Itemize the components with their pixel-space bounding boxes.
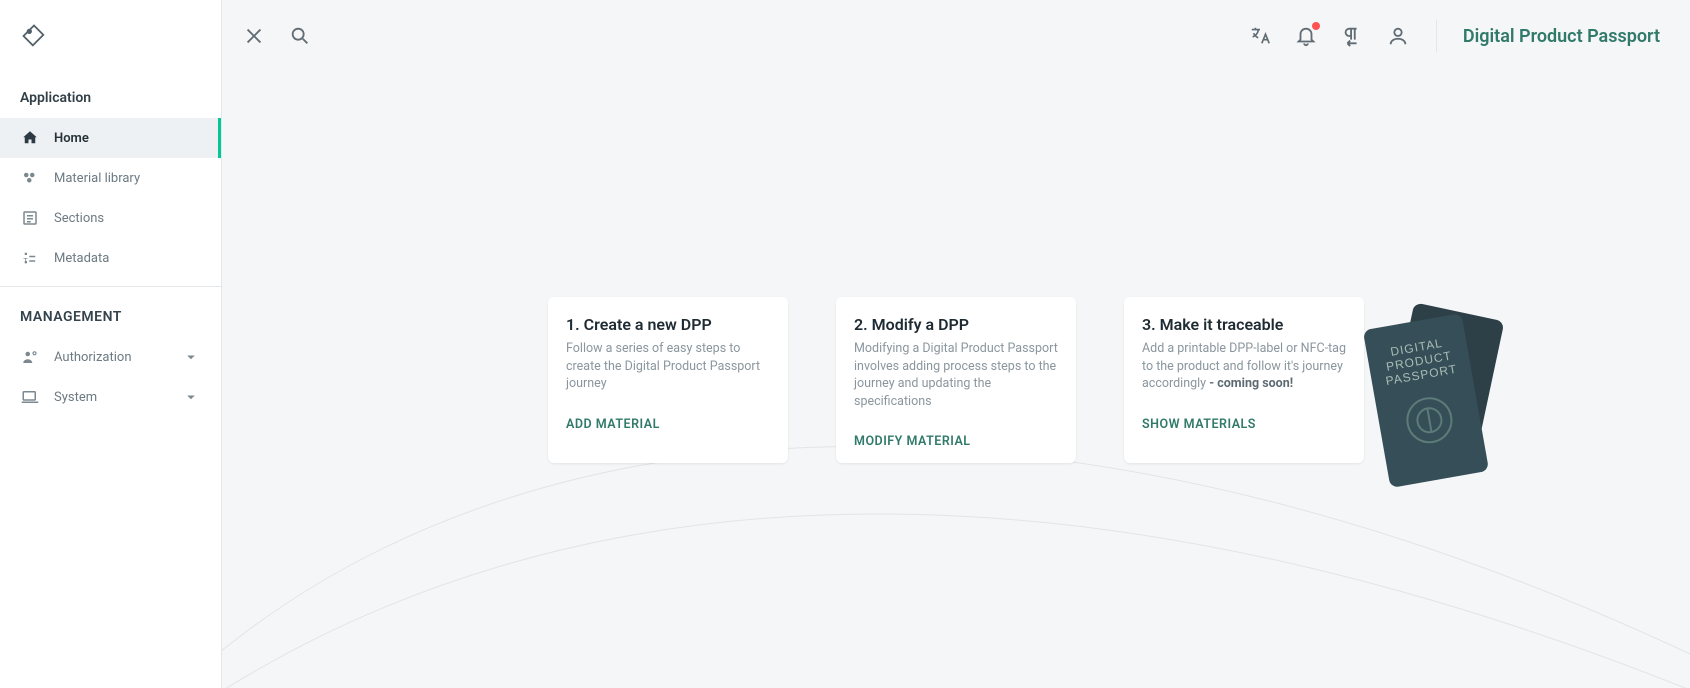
card-title: 2. Modify a DPP [854,315,1058,334]
notifications-button[interactable] [1294,24,1318,48]
text-direction-button[interactable] [1340,24,1364,48]
notification-dot [1312,22,1320,30]
close-button[interactable] [242,24,266,48]
svg-text:T: T [23,256,28,265]
card-create: 1. Create a new DPP Follow a series of e… [548,297,788,463]
card-title: 3. Make it traceable [1142,315,1346,334]
chevron-down-icon [181,387,201,407]
home-icon [20,128,40,148]
content: 1. Create a new DPP Follow a series of e… [222,72,1690,688]
cards: 1. Create a new DPP Follow a series of e… [548,297,1364,463]
card-title: 1. Create a new DPP [566,315,770,334]
sidebar-item-material-library[interactable]: Material library [0,158,221,198]
card-traceable: 3. Make it traceable Add a printable DPP… [1124,297,1364,463]
section-label-application: Application [0,76,221,118]
card-modify: 2. Modify a DPP Modifying a Digital Prod… [836,297,1076,463]
sidebar-item-label: Material library [54,171,140,186]
topbar: Digital Product Passport [222,0,1690,72]
svg-text:DIGITAL: DIGITAL [1389,336,1443,359]
authorization-icon [20,347,40,367]
sidebar-item-sections[interactable]: Sections [0,198,221,238]
sidebar-item-label: System [54,390,97,405]
card-desc: Modifying a Digital Product Passport inv… [854,340,1058,410]
main: Digital Product Passport 1. Create a new… [222,0,1690,688]
app-logo [0,0,221,76]
section-label-management: MANAGEMENT [0,295,221,337]
svg-text:PRODUCT: PRODUCT [1385,348,1453,373]
sidebar-item-label: Home [54,131,89,146]
add-material-button[interactable]: ADD MATERIAL [566,417,770,432]
sections-icon [20,208,40,228]
divider [1436,20,1437,52]
sidebar-item-label: Authorization [54,350,132,365]
sidebar-item-system[interactable]: System [0,377,221,417]
translate-button[interactable] [1248,24,1272,48]
chevron-down-icon [181,347,201,367]
svg-text:PASSPORT: PASSPORT [1385,362,1459,388]
system-icon [20,387,40,407]
page-title: Digital Product Passport [1463,26,1670,47]
metadata-icon: T [20,248,40,268]
card-desc: Add a printable DPP-label or NFC-tag to … [1142,340,1346,393]
account-button[interactable] [1386,24,1410,48]
passport-illustration: DIGITAL PRODUCT PASSPORT [1350,302,1510,526]
nav-block-application: Application Home Material library Sectio… [0,76,221,286]
sidebar-item-authorization[interactable]: Authorization [0,337,221,377]
search-button[interactable] [288,24,312,48]
card-desc: Follow a series of easy steps to create … [566,340,770,393]
nav-block-management: MANAGEMENT Authorization System [0,286,221,425]
sidebar-item-label: Metadata [54,251,109,266]
sidebar-item-metadata[interactable]: T Metadata [0,238,221,278]
sidebar-item-label: Sections [54,211,104,226]
sidebar: Application Home Material library Sectio… [0,0,222,688]
materials-icon [20,168,40,188]
show-materials-button[interactable]: SHOW MATERIALS [1142,417,1346,432]
sidebar-item-home[interactable]: Home [0,118,221,158]
modify-material-button[interactable]: MODIFY MATERIAL [854,434,1058,449]
